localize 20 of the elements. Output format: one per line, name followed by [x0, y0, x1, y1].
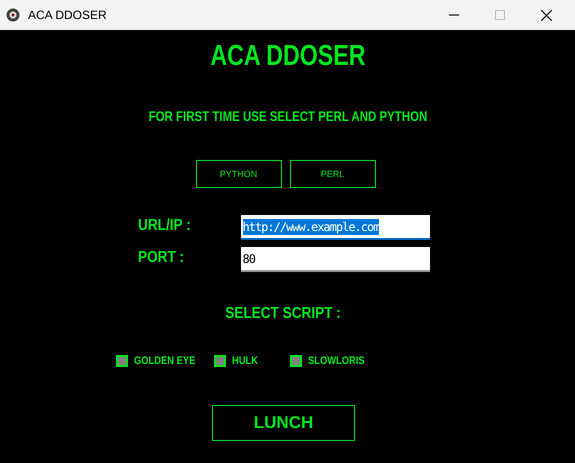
- setup-button[interactable]: PERL: [290, 160, 376, 188]
- setup-button[interactable]: PYTHON: [196, 160, 282, 188]
- field-label: URL/IP :: [138, 217, 192, 235]
- checkbox-label: HULK: [232, 355, 258, 367]
- checkbox-label: GOLDEN EYE: [134, 355, 195, 367]
- checkbox[interactable]: [290, 355, 302, 367]
- checkbox[interactable]: [116, 355, 128, 367]
- app-icon: [6, 8, 20, 22]
- close-icon: [540, 10, 552, 20]
- checkbox-label: SLOWLORIS: [308, 355, 364, 367]
- checkbox[interactable]: [214, 355, 226, 367]
- maximize-icon: [495, 10, 505, 20]
- input-field[interactable]: 80: [240, 247, 430, 272]
- app-heading: ACA DDOSER: [210, 40, 366, 73]
- field-label: PORT :: [138, 249, 185, 267]
- section-label: SELECT SCRIPT :: [226, 305, 342, 323]
- window-title: ACA DDOSER: [28, 8, 108, 22]
- input-field[interactable]: http://www.example.com: [240, 215, 430, 240]
- notice-text: FOR FIRST TIME USE SELECT PERL AND PYTHON: [148, 108, 427, 124]
- launch-button[interactable]: LUNCH: [212, 405, 355, 441]
